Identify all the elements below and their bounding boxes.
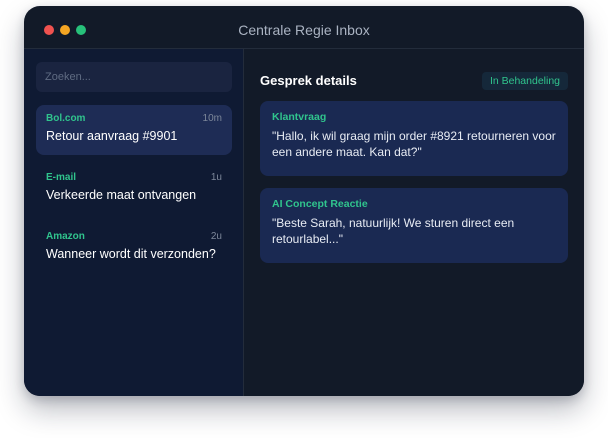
conversation-subject: Wanneer wordt dit verzonden? (46, 247, 216, 261)
message-label: Klantvraag (272, 111, 327, 123)
message-text: "Beste Sarah, natuurlijk! We sturen dire… (272, 216, 515, 246)
conversation-time: 2u (210, 231, 222, 242)
conversation-detail-panel: Gesprek details In Behandeling Klantvraa… (244, 49, 584, 396)
conversation-sidebar: Zoeken... Bol.com 10m Retour aanvraag #9… (24, 49, 244, 396)
status-badge: In Behandeling (481, 72, 568, 90)
window-title: Centrale Regie Inbox (238, 22, 370, 38)
conversation-time: 1u (210, 172, 222, 183)
customer-message-card: Klantvraag "Hallo, ik wil graag mijn ord… (260, 101, 568, 176)
inbox-window: Centrale Regie Inbox Zoeken... Bol.com 1… (24, 6, 584, 396)
search-input[interactable]: Zoeken... (36, 62, 232, 92)
ai-draft-card[interactable]: AI Concept Reactie "Beste Sarah, natuurl… (260, 188, 568, 263)
title-bar: Centrale Regie Inbox (24, 6, 584, 49)
conversation-item[interactable]: Bol.com 10m Retour aanvraag #9901 (36, 105, 232, 155)
conversation-subject: Retour aanvraag #9901 (46, 129, 178, 143)
message-text: "Hallo, ik wil graag mijn order #8921 re… (272, 129, 556, 159)
conversation-item[interactable]: E-mail 1u Verkeerde maat ontvangen (36, 164, 232, 214)
conversation-item[interactable]: Amazon 2u Wanneer wordt dit verzonden? (36, 223, 232, 273)
conversation-source: Amazon (46, 231, 85, 242)
conversation-source: Bol.com (46, 113, 86, 124)
conversation-source: E-mail (46, 172, 77, 183)
detail-title: Gesprek details (260, 73, 357, 88)
message-label: AI Concept Reactie (272, 198, 368, 210)
conversation-time: 10m (202, 113, 222, 124)
conversation-subject: Verkeerde maat ontvangen (46, 188, 197, 202)
